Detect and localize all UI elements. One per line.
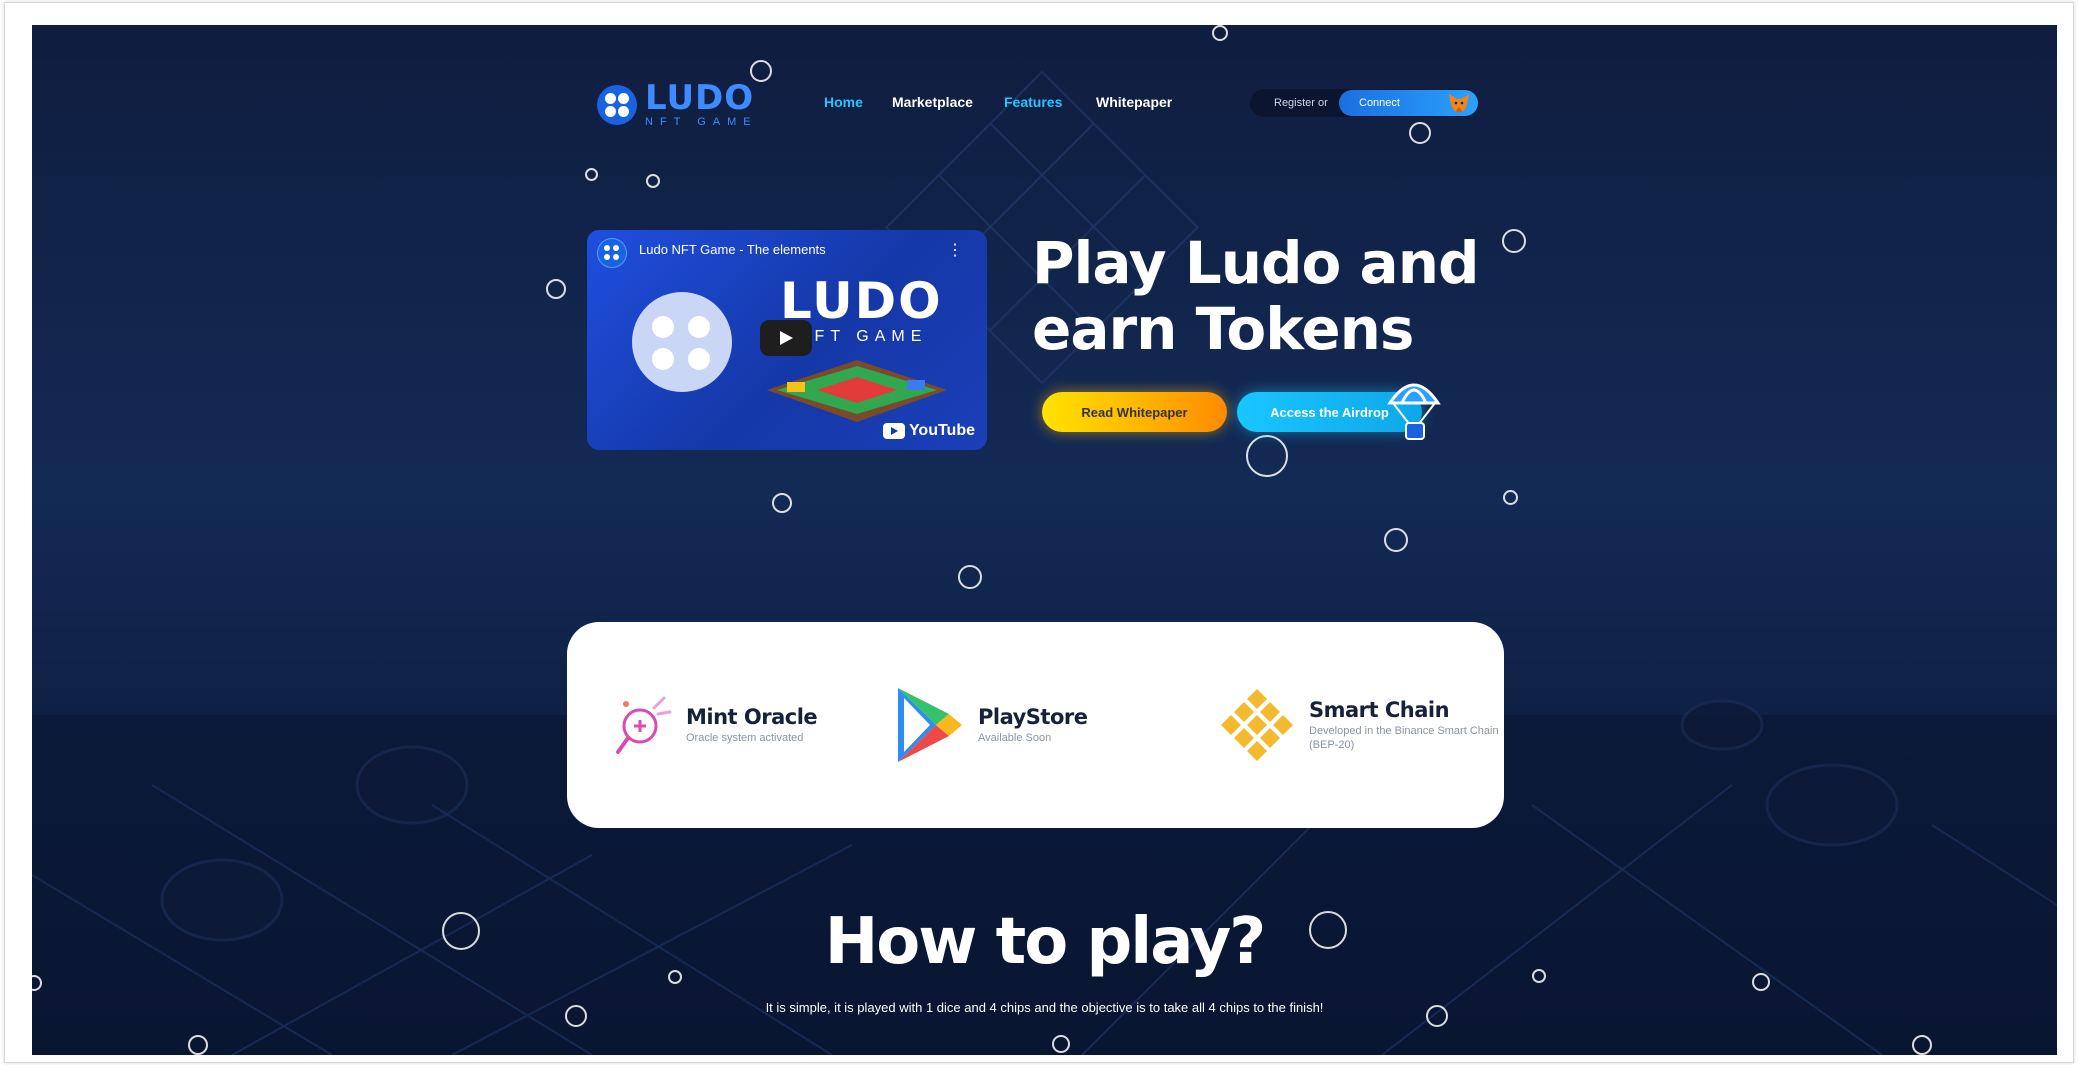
hero-title-line1: Play Ludo and bbox=[1032, 229, 1480, 297]
mini-board-graphic bbox=[767, 360, 947, 422]
airdrop-parachute-icon bbox=[1387, 383, 1441, 440]
ludo-dice-icon bbox=[597, 84, 637, 125]
ludo-board-background bbox=[32, 70, 2057, 1055]
google-play-icon bbox=[898, 688, 962, 762]
register-link[interactable]: Register or bbox=[1274, 97, 1328, 109]
read-whitepaper-button[interactable]: Read Whitepaper bbox=[1042, 392, 1227, 432]
metamask-fox-icon bbox=[1449, 94, 1469, 112]
feature-playstore: PlayStore Available Soon bbox=[892, 622, 1088, 828]
landing-page: LUDO NFT GAME Home Marketplace Features … bbox=[32, 25, 2057, 1055]
hero-title: Play Ludo and earn Tokens bbox=[1032, 230, 1492, 362]
feature-desc: Available Soon bbox=[978, 732, 1052, 744]
video-play-button[interactable] bbox=[760, 320, 812, 356]
feature-mint-oracle: Mint Oracle Oracle system activated bbox=[612, 622, 818, 828]
video-logo-subtitle: NFT GAME bbox=[797, 328, 928, 345]
features-card: Mint Oracle Oracle system activated Play… bbox=[567, 622, 1504, 828]
binance-icon bbox=[1221, 689, 1293, 761]
hero-title-line2: earn Tokens bbox=[1032, 295, 1414, 363]
nav-home[interactable]: Home bbox=[824, 94, 863, 110]
youtube-icon bbox=[882, 423, 905, 439]
how-to-play-heading: How to play? bbox=[824, 905, 1267, 979]
nav-marketplace[interactable]: Marketplace bbox=[892, 94, 973, 110]
nav-whitepaper[interactable]: Whitepaper bbox=[1096, 94, 1172, 110]
screenshot-frame: LUDO NFT GAME Home Marketplace Features … bbox=[4, 2, 2074, 1063]
youtube-logo[interactable]: YouTube bbox=[882, 422, 975, 440]
connect-label: Connect bbox=[1359, 97, 1400, 109]
feature-title: PlayStore bbox=[978, 705, 1088, 729]
nav-features[interactable]: Features bbox=[1004, 94, 1062, 110]
brand-logo[interactable]: LUDO NFT GAME bbox=[597, 81, 758, 128]
feature-desc: Developed in the Binance Smart Chain (BE… bbox=[1309, 725, 1499, 751]
oracle-wand-icon bbox=[616, 696, 672, 754]
connect-wallet-button[interactable]: Connect bbox=[1339, 90, 1478, 116]
youtube-video-embed[interactable]: Ludo NFT Game - The elements ⋮ LUDO NFT … bbox=[587, 230, 987, 450]
auth-pill: Register or Connect bbox=[1250, 89, 1478, 117]
how-to-play-subtitle: It is simple, it is played with 1 dice a… bbox=[765, 1000, 1324, 1015]
feature-title: Smart Chain bbox=[1309, 698, 1450, 722]
feature-desc: Oracle system activated bbox=[686, 732, 804, 744]
brand-subtitle: NFT GAME bbox=[645, 116, 758, 128]
brand-name: LUDO bbox=[645, 78, 755, 118]
feature-smart-chain: Smart Chain Developed in the Binance Sma… bbox=[1217, 622, 1514, 828]
feature-title: Mint Oracle bbox=[686, 705, 818, 729]
ludo-dice-disc-icon bbox=[632, 292, 732, 392]
channel-avatar-icon bbox=[597, 238, 627, 268]
more-options-icon[interactable]: ⋮ bbox=[947, 240, 963, 260]
video-title: Ludo NFT Game - The elements bbox=[639, 242, 826, 257]
